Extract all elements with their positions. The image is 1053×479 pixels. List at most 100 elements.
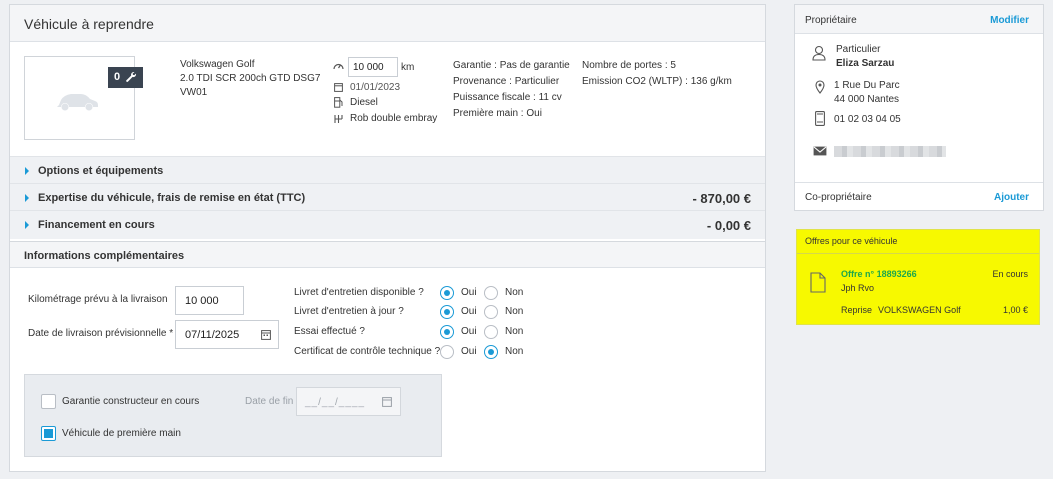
radio-yes-label: Oui: [461, 346, 477, 357]
question-label: Essai effectué ?: [294, 326, 365, 337]
delivery-date-label: Date de livraison prévisionnelle *: [28, 328, 173, 339]
mileage-input[interactable]: [348, 57, 398, 77]
required-asterisk: *: [169, 328, 174, 339]
vehicle-model-link[interactable]: Volkswagen Golf: [180, 59, 255, 70]
offer-vehicle: VOLKSWAGEN Golf: [878, 305, 961, 315]
photo-count: 0: [114, 71, 121, 83]
radio-maintenance-available-yes[interactable]: [440, 286, 454, 300]
calendar-icon: [382, 397, 392, 407]
accordion-expertise[interactable]: Expertise du véhicule, frais de remise e…: [10, 183, 765, 210]
modify-owner-link[interactable]: Modifier: [990, 15, 1029, 26]
caret-right-icon: [25, 194, 29, 202]
radio-technical-control-yes[interactable]: [440, 345, 454, 359]
accordion-label: Expertise du véhicule, frais de remise e…: [38, 192, 306, 204]
vehicle-card-header: Véhicule à reprendre: [10, 5, 765, 42]
delivery-date-input[interactable]: 07/11/2025: [175, 320, 279, 349]
radio-test-drive-no[interactable]: [484, 325, 498, 339]
radio-no-label: Non: [505, 346, 524, 357]
offer-status: En cours: [992, 269, 1028, 279]
first-hand: Première main : Oui: [453, 108, 542, 119]
first-hand-vehicle-checkbox[interactable]: [41, 426, 56, 441]
end-date-label: Date de fin: [245, 396, 294, 407]
info-section-title: Informations complémentaires: [24, 250, 185, 262]
delivery-date-label-text: Date de livraison prévisionnelle: [28, 328, 167, 339]
photo-count-badge[interactable]: 0: [108, 67, 143, 88]
vehicle-version: 2.0 TDI SCR 200ch GTD DSG7: [180, 73, 321, 84]
radio-no-label: Non: [505, 287, 524, 298]
offer-number-link[interactable]: Offre n° 18893266: [841, 269, 917, 279]
delivery-mileage-label: Kilométrage prévu à la livraison: [28, 294, 168, 305]
end-date-input[interactable]: __/__/____: [296, 387, 401, 416]
address-line-2: 44 000 Nantes: [834, 94, 900, 105]
offer-amount: 1,00 €: [1002, 305, 1028, 315]
delivery-date-value: 07/11/2025: [185, 329, 240, 341]
vehicle-card: Véhicule à reprendre 0 Volkswagen Golf 2…: [9, 4, 766, 472]
warranty-box: Garantie constructeur en cours Date de f…: [24, 374, 442, 457]
delivery-mileage-input[interactable]: [175, 286, 244, 315]
caret-right-icon: [25, 221, 29, 229]
redacted-email: [834, 146, 946, 157]
document-icon: [810, 272, 826, 293]
mobile-phone-icon: [815, 111, 825, 126]
accordion-label: Financement en cours: [38, 219, 155, 231]
owner-card: Propriétaire Modifier Particulier Eliza …: [794, 4, 1044, 211]
owner-phone: 01 02 03 04 05: [834, 114, 901, 125]
question-label: Certificat de contrôle technique ?: [294, 346, 441, 357]
registration-date: 01/01/2023: [350, 82, 401, 93]
offers-title: Offres pour ce véhicule: [805, 236, 898, 246]
envelope-icon: [813, 146, 827, 156]
calendar-icon: [261, 330, 271, 340]
accordion-label: Options et équipements: [38, 165, 164, 177]
speedometer-icon: [333, 63, 344, 70]
gearbox-icon: [334, 115, 343, 123]
end-date-placeholder: __/__/____: [305, 397, 366, 408]
calendar-icon: [334, 83, 343, 92]
owner-title: Propriétaire: [805, 15, 857, 26]
radio-yes-label: Oui: [461, 326, 477, 337]
question-label: Livret d'entretien disponible ?: [294, 287, 424, 298]
radio-no-label: Non: [505, 326, 524, 337]
location-pin-icon: [815, 80, 825, 94]
owner-type: Particulier: [836, 44, 881, 55]
co2-emission: Emission CO2 (WLTP) : 136 g/km: [582, 76, 732, 87]
offer-agent: Jph Rvo: [841, 283, 875, 293]
expertise-amount: - 870,00 €: [692, 191, 751, 206]
manufacturer-warranty-label: Garantie constructeur en cours: [62, 396, 200, 407]
fuel-type: Diesel: [350, 97, 378, 108]
manufacturer-warranty-checkbox[interactable]: [41, 394, 56, 409]
fuel-pump-icon: [334, 97, 343, 108]
origin: Provenance : Particulier: [453, 76, 560, 87]
vehicle-photo[interactable]: 0: [24, 56, 143, 140]
accordion-financing[interactable]: Financement en cours - 0,00 €: [10, 210, 765, 239]
gearbox: Rob double embray: [350, 113, 438, 124]
divider: [795, 182, 1043, 183]
info-section-header: Informations complémentaires: [10, 241, 765, 268]
co-owner-label: Co-propriétaire: [805, 192, 872, 203]
person-icon: [812, 45, 826, 61]
question-label: Livret d'entretien à jour ?: [294, 306, 404, 317]
address-line-1: 1 Rue Du Parc: [834, 80, 900, 91]
accordion-options[interactable]: Options et équipements: [10, 156, 765, 183]
radio-yes-label: Oui: [461, 306, 477, 317]
add-co-owner-link[interactable]: Ajouter: [994, 192, 1029, 203]
financing-amount: - 0,00 €: [706, 218, 751, 233]
car-placeholder-icon: [57, 94, 98, 111]
radio-test-drive-yes[interactable]: [440, 325, 454, 339]
owner-card-header: Propriétaire Modifier: [795, 5, 1043, 34]
offers-card: Offres pour ce véhicule Offre n° 1889326…: [796, 229, 1040, 325]
radio-yes-label: Oui: [461, 287, 477, 298]
divider: [797, 253, 1039, 254]
radio-maintenance-available-no[interactable]: [484, 286, 498, 300]
first-hand-vehicle-label: Véhicule de première main: [62, 428, 181, 439]
doors: Nombre de portes : 5: [582, 60, 676, 71]
offer-type: Reprise: [841, 305, 873, 315]
radio-maintenance-uptodate-yes[interactable]: [440, 305, 454, 319]
fiscal-power: Puissance fiscale : 11 cv: [453, 92, 562, 103]
vehicle-code: VW01: [180, 87, 208, 98]
radio-maintenance-uptodate-no[interactable]: [484, 305, 498, 319]
radio-no-label: Non: [505, 306, 524, 317]
mileage-unit: km: [401, 62, 415, 73]
radio-technical-control-no[interactable]: [484, 345, 498, 359]
page-title: Véhicule à reprendre: [24, 16, 154, 32]
caret-right-icon: [25, 167, 29, 175]
